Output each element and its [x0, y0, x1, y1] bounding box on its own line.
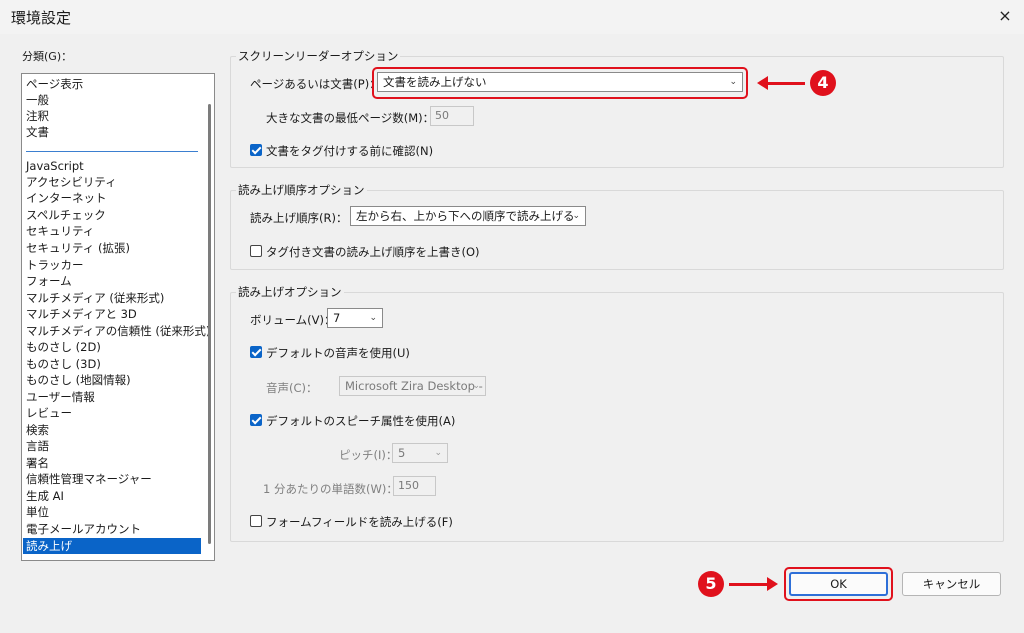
cancel-button[interactable]: キャンセル: [902, 572, 1001, 596]
step4-badge: 4: [810, 70, 836, 96]
category-item[interactable]: ユーザー情報: [26, 389, 95, 405]
category-item[interactable]: 注釈: [26, 108, 49, 124]
list-scrollbar[interactable]: [208, 104, 211, 544]
category-item[interactable]: JavaScript: [26, 158, 84, 174]
category-item-selected[interactable]: 読み上げ: [23, 538, 201, 554]
category-item[interactable]: 一般: [26, 92, 49, 108]
confirm-tag-label: 文書をタグ付けする前に確認(N): [266, 144, 434, 158]
category-item[interactable]: アクセシビリティ: [26, 174, 117, 190]
close-icon[interactable]: ×: [994, 5, 1016, 27]
wpm-label: 1 分あたりの単語数(W)：: [263, 482, 398, 496]
default-voice-label: デフォルトの音声を使用(U): [266, 346, 410, 360]
category-item[interactable]: マルチメディアと 3D: [26, 306, 137, 322]
category-item[interactable]: ものさし (3D): [26, 356, 101, 372]
chevron-down-icon: ⌄: [434, 448, 442, 458]
chevron-down-icon: ⌄: [572, 211, 580, 221]
category-item[interactable]: セキュリティ (拡張): [26, 240, 130, 256]
category-item[interactable]: フォーム: [26, 273, 72, 289]
override-order-checkbox[interactable]: [250, 245, 262, 257]
volume-label: ボリューム(V)：: [250, 313, 336, 327]
category-listbox[interactable]: ページ表示 一般 注釈 文書 JavaScript アクセシビリティ インターネ…: [21, 73, 215, 561]
arrow-right-icon: [767, 577, 778, 591]
chevron-down-icon: ⌄: [369, 313, 377, 323]
read-form-checkbox[interactable]: [250, 515, 262, 527]
arrow-line: [767, 82, 805, 85]
voice-value: Microsoft Zira Desktop -: [345, 379, 483, 393]
pitch-value: 5: [398, 446, 406, 460]
pitch-label: ピッチ(I)：: [339, 448, 398, 462]
category-item[interactable]: セキュリティ: [26, 223, 94, 239]
category-label: 分類(G)：: [22, 50, 73, 63]
step4-highlight: [372, 67, 748, 99]
arrow-line: [729, 583, 769, 586]
min-pages-label: 大きな文書の最低ページ数(M)：: [266, 111, 435, 125]
category-item[interactable]: 信頼性管理マネージャー: [26, 471, 152, 487]
category-item[interactable]: ページ表示: [26, 76, 83, 92]
window-title: 環境設定: [11, 9, 72, 27]
default-speech-checkbox[interactable]: [250, 414, 262, 426]
category-item[interactable]: 文書: [26, 124, 49, 140]
category-item[interactable]: ものさし (地図情報): [26, 372, 131, 388]
reading-options-title: 読み上げオプション: [236, 284, 344, 300]
title-bar: [0, 0, 1024, 34]
read-form-label: フォームフィールドを読み上げる(F): [266, 515, 453, 529]
category-item[interactable]: 署名: [26, 455, 49, 471]
wpm-input[interactable]: 150: [393, 476, 436, 496]
volume-value: 7: [333, 311, 341, 325]
default-speech-label: デフォルトのスピーチ属性を使用(A): [266, 414, 456, 428]
order-label: 読み上げ順序(R)：: [250, 211, 348, 225]
override-order-label: タグ付き文書の読み上げ順序を上書き(O): [266, 245, 480, 259]
category-item[interactable]: 電子メールアカウント: [26, 521, 141, 537]
category-item[interactable]: マルチメディア (従来形式): [26, 290, 164, 306]
category-separator: [26, 151, 198, 152]
min-pages-input[interactable]: 50: [430, 106, 474, 126]
confirm-tag-checkbox[interactable]: [250, 144, 262, 156]
category-item[interactable]: マルチメディアの信頼性 (従来形式): [26, 323, 210, 339]
category-item[interactable]: 検索: [26, 422, 49, 438]
chevron-down-icon: ⌄: [472, 381, 480, 391]
step5-badge: 5: [698, 571, 724, 597]
voice-select[interactable]: Microsoft Zira Desktop - ⌄: [339, 376, 486, 396]
order-value: 左から右、上から下への順序で読み上げる: [356, 209, 575, 223]
reading-order-title: 読み上げ順序オプション: [236, 182, 367, 198]
voice-label: 音声(C)：: [266, 381, 318, 395]
category-item[interactable]: インターネット: [26, 190, 107, 206]
category-item[interactable]: トラッカー: [26, 257, 84, 273]
ok-button[interactable]: OK: [789, 572, 888, 596]
screen-reader-title: スクリーンリーダーオプション: [236, 48, 401, 64]
category-item[interactable]: 単位: [26, 504, 49, 520]
default-voice-checkbox[interactable]: [250, 346, 262, 358]
category-item[interactable]: 言語: [26, 438, 49, 454]
volume-select[interactable]: 7 ⌄: [327, 308, 383, 328]
category-item[interactable]: ものさし (2D): [26, 339, 101, 355]
pitch-select[interactable]: 5 ⌄: [392, 443, 448, 463]
order-select[interactable]: 左から右、上から下への順序で読み上げる ⌄: [350, 206, 586, 226]
category-item[interactable]: 生成 AI: [26, 488, 64, 504]
category-item[interactable]: レビュー: [26, 405, 72, 421]
category-item[interactable]: スペルチェック: [26, 207, 106, 223]
page-or-doc-label: ページあるいは文書(P)：: [250, 77, 381, 91]
